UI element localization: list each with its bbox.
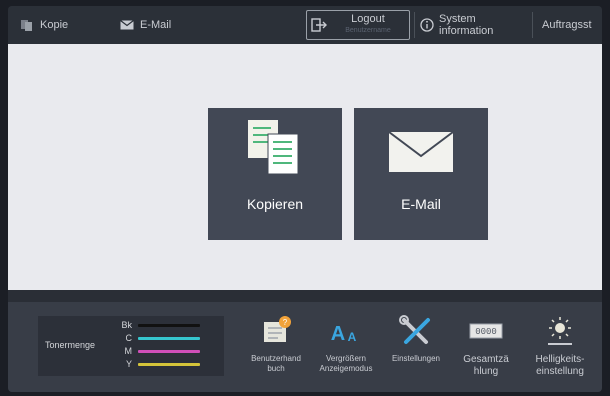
- manual-button[interactable]: ? Benutzerhand buch: [244, 310, 308, 388]
- settings-label: Einstellungen: [384, 354, 448, 364]
- total-count-label-line1: Gesamtzä: [463, 354, 509, 365]
- copy-tile[interactable]: Kopieren: [208, 108, 342, 240]
- toner-row-c: C: [118, 333, 200, 343]
- toner-level-panel: Tonermenge Bk C M Y: [38, 316, 224, 376]
- svg-text:A: A: [348, 330, 357, 344]
- toner-bar-c: [138, 336, 200, 340]
- total-count-button[interactable]: 0000 Gesamtzä hlung: [454, 310, 518, 388]
- bottom-bar: Tonermenge Bk C M Y ? Benutzerhand buch …: [8, 302, 602, 392]
- settings-button[interactable]: Einstellungen: [384, 310, 448, 388]
- system-information-button[interactable]: System information: [420, 6, 493, 44]
- copy-tile-label: Kopieren: [246, 196, 304, 212]
- system-info-line1: System: [439, 13, 476, 25]
- manual-label-line1: Benutzerhand: [251, 354, 301, 363]
- email-tile-label: E-Mail: [401, 196, 441, 212]
- toner-row-y: Y: [118, 359, 200, 369]
- logout-user-label: Benutzername: [345, 27, 391, 34]
- tab-email-label: E-Mail: [140, 19, 172, 31]
- total-count-label-line2: hlung: [473, 366, 499, 377]
- manual-label: Benutzerhand buch: [244, 354, 308, 374]
- toner-channel-label: Bk: [121, 320, 132, 330]
- tab-kopie-label: Kopie: [40, 19, 69, 31]
- toner-row-bk: Bk: [118, 320, 200, 330]
- info-icon: [420, 18, 434, 32]
- toner-bar-m: [138, 349, 200, 353]
- counter-icon-digits: 0000: [475, 327, 497, 337]
- enlarge-label-line2: Anzeigemodus: [319, 364, 373, 373]
- brightness-button[interactable]: Helligkeits- einstellung: [528, 310, 592, 388]
- envelope-icon: [388, 131, 454, 172]
- toner-channel-label: Y: [125, 359, 132, 369]
- brightness-label-line2: einstellung: [536, 366, 584, 377]
- top-bar: Kopie E-Mail Logout Benutzername System …: [8, 6, 602, 44]
- tab-email[interactable]: E-Mail: [120, 6, 171, 44]
- tab-kopie[interactable]: Kopie: [20, 6, 68, 44]
- divider: [532, 12, 533, 38]
- printer-panel: Kopie E-Mail Logout Benutzername System …: [8, 6, 602, 392]
- toner-channel-label: C: [125, 333, 133, 343]
- toner-channel-label: M: [124, 346, 133, 356]
- svg-text:A: A: [331, 323, 345, 345]
- brightness-label: Helligkeits- einstellung: [528, 354, 592, 378]
- brightness-label-line1: Helligkeits-: [535, 354, 585, 365]
- toner-row-m: M: [118, 346, 200, 356]
- enlarge-display-button[interactable]: A A Vergrößern Anzeigemodus: [314, 310, 378, 388]
- job-status-label: Auftragsst: [542, 19, 592, 31]
- wrench-screwdriver-icon: [399, 315, 430, 344]
- settings-label-line1: Einstellungen: [391, 354, 441, 363]
- logout-icon: [311, 18, 327, 32]
- enlarge-label-line1: Vergrößern: [325, 354, 367, 363]
- brightness-sun-icon: [548, 317, 572, 345]
- home-screen: Kopieren E-Mail: [8, 44, 602, 290]
- font-size-icon: A A: [331, 323, 357, 345]
- job-status-button[interactable]: Auftragsst: [542, 6, 592, 44]
- enlarge-display-label: Vergrößern Anzeigemodus: [314, 354, 378, 374]
- svg-text:?: ?: [283, 318, 288, 327]
- envelope-icon: [120, 20, 134, 30]
- logout-button[interactable]: Logout Benutzername: [306, 10, 410, 40]
- system-info-line2: information: [439, 25, 494, 37]
- toner-bar-y: [138, 362, 200, 366]
- total-count-label: Gesamtzä hlung: [454, 354, 518, 378]
- copy-documents-icon: [248, 120, 299, 175]
- toner-label: Tonermenge: [45, 340, 96, 350]
- toner-bar-bk: [138, 323, 200, 327]
- copy-icon: [21, 20, 32, 31]
- manual-book-icon: ?: [264, 316, 291, 342]
- logout-label: Logout: [351, 13, 385, 25]
- divider: [414, 12, 415, 38]
- manual-label-line2: buch: [267, 364, 285, 373]
- email-tile[interactable]: E-Mail: [354, 108, 488, 240]
